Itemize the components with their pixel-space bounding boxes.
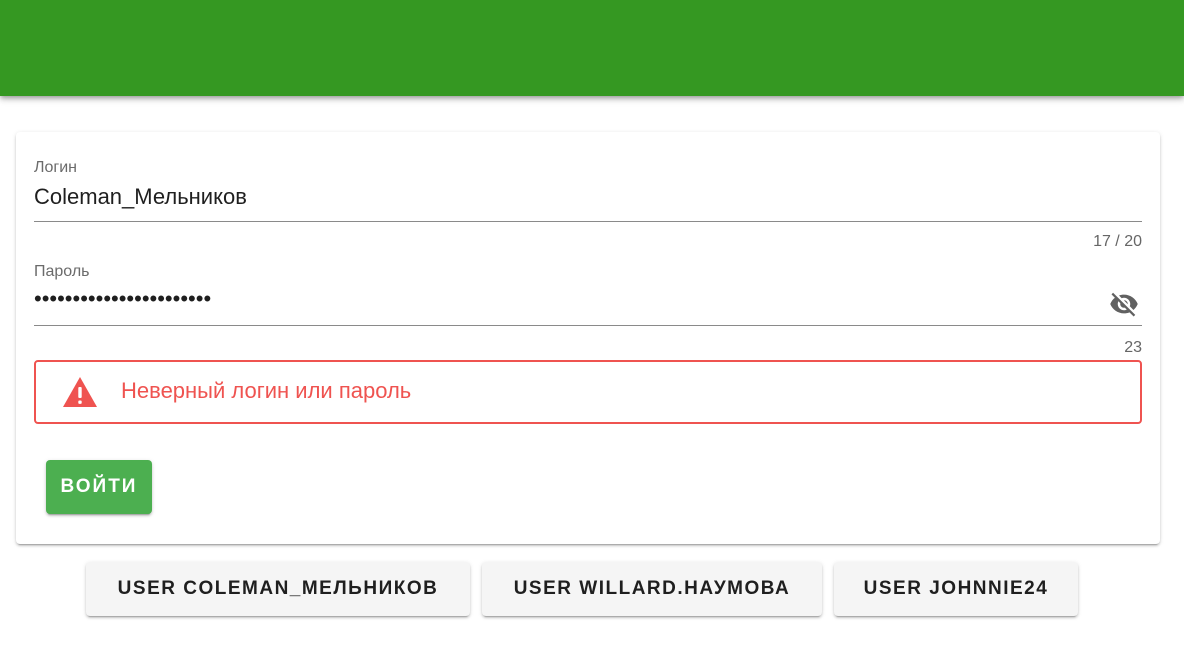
password-field[interactable]: Пароль ••••••••••••••••••••••• 23 <box>34 252 1142 360</box>
app-header-bar <box>0 0 1184 96</box>
error-message: Неверный логин или пароль <box>121 378 412 403</box>
password-label: Пароль <box>34 263 90 280</box>
login-field[interactable]: Логин Coleman_Мельников 17 / 20 <box>34 132 1142 252</box>
password-char-counter: 23 <box>1124 339 1142 356</box>
warning-icon <box>62 376 98 408</box>
quick-user-button-johnnie[interactable]: USER JOHNNIE24 <box>834 562 1078 616</box>
quick-user-button-willard[interactable]: USER WILLARD.НАУМОВА <box>482 562 822 616</box>
login-underline <box>34 221 1142 222</box>
login-label: Логин <box>34 159 78 176</box>
login-char-counter: 17 / 20 <box>1093 233 1142 250</box>
error-alert: Неверный логин или пароль <box>34 360 1142 424</box>
password-input[interactable]: ••••••••••••••••••••••• <box>34 286 211 312</box>
password-underline <box>34 325 1142 326</box>
login-input[interactable]: Coleman_Мельников <box>34 184 247 210</box>
quick-user-button-coleman[interactable]: USER COLEMAN_МЕЛЬНИКОВ <box>86 562 470 616</box>
login-card: Логин Coleman_Мельников 17 / 20 Пароль •… <box>16 132 1160 544</box>
login-submit-button[interactable]: ВОЙТИ <box>46 460 152 514</box>
eye-off-icon[interactable] <box>1106 289 1142 319</box>
